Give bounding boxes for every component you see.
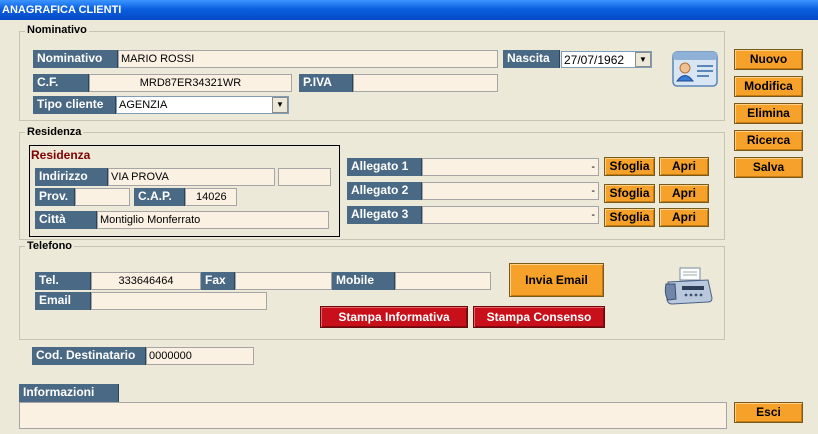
tipo-cliente-dropdown-arrow-icon[interactable]: ▼: [272, 97, 288, 113]
informazioni-label: Informazioni: [19, 384, 119, 402]
stampa-consenso-button[interactable]: Stampa Consenso: [473, 306, 605, 328]
indirizzo-label: Indirizzo: [35, 168, 108, 186]
allegato-3-apri-button[interactable]: Apri: [659, 208, 709, 227]
residenza-subtitle: Residenza: [31, 148, 91, 162]
allegato-2-field[interactable]: -: [422, 182, 599, 200]
tipo-cliente-value: AGENZIA: [119, 99, 168, 111]
tel-label: Tel.: [35, 272, 91, 290]
telefono-legend: Telefono: [25, 240, 75, 252]
allegato-1-apri-button[interactable]: Apri: [659, 157, 709, 176]
modifica-button[interactable]: Modifica: [734, 76, 803, 97]
nascita-label: Nascita: [503, 50, 560, 68]
indirizzo-field[interactable]: VIA PROVA: [108, 168, 275, 186]
allegato-2-sfoglia-button[interactable]: Sfoglia: [604, 184, 655, 203]
allegato-1-field[interactable]: -: [422, 158, 599, 176]
esci-button[interactable]: Esci: [734, 402, 803, 423]
nominativo-legend: Nominativo: [25, 24, 89, 36]
allegato-1-sfoglia-button[interactable]: Sfoglia: [604, 157, 655, 176]
allegato-3-label: Allegato 3: [347, 206, 422, 224]
fax-label: Fax: [201, 272, 235, 290]
tipo-cliente-label: Tipo cliente: [33, 96, 116, 114]
tipo-cliente-select[interactable]: AGENZIA ▼: [116, 96, 289, 114]
stampa-informativa-button[interactable]: Stampa Informativa: [320, 306, 468, 328]
nascita-value: 27/07/1962: [564, 53, 625, 67]
residenza-legend: Residenza: [25, 126, 84, 138]
citta-field[interactable]: Montiglio Monferrato: [97, 211, 329, 229]
allegato-3-dash: -: [591, 209, 595, 221]
nascita-dropdown-arrow-icon[interactable]: ▼: [635, 52, 651, 67]
contact-card-icon: [670, 48, 720, 90]
piva-label: P.IVA: [299, 74, 353, 92]
nascita-datepicker[interactable]: 27/07/1962 ▼: [561, 51, 652, 68]
salva-button[interactable]: Salva: [734, 157, 803, 178]
allegato-1-label: Allegato 1: [347, 158, 422, 176]
ricerca-button[interactable]: Ricerca: [734, 130, 803, 151]
allegato-3-field[interactable]: -: [422, 206, 599, 224]
window-title: ANAGRAFICA CLIENTI: [0, 0, 818, 20]
piva-field[interactable]: [353, 74, 498, 92]
fax-field[interactable]: [235, 272, 332, 290]
allegato-2-label: Allegato 2: [347, 182, 422, 200]
prov-field[interactable]: [75, 188, 130, 206]
email-field[interactable]: [91, 292, 267, 310]
allegato-3-sfoglia-button[interactable]: Sfoglia: [604, 208, 655, 227]
cap-label: C.A.P.: [134, 188, 185, 206]
cf-field[interactable]: MRD87ER34321WR: [89, 74, 292, 92]
invia-email-button[interactable]: Invia Email: [509, 263, 604, 297]
nominativo-label: Nominativo: [33, 50, 118, 68]
prov-label: Prov.: [35, 188, 75, 206]
civico-field[interactable]: [278, 168, 331, 186]
cod-destinatario-field[interactable]: 0000000: [146, 347, 254, 365]
informazioni-field[interactable]: [19, 402, 727, 429]
allegato-2-dash: -: [591, 185, 595, 197]
nuovo-button[interactable]: Nuovo: [734, 49, 803, 70]
tel-field[interactable]: 333646464: [91, 272, 201, 290]
cap-field[interactable]: 14026: [185, 188, 237, 206]
elimina-button[interactable]: Elimina: [734, 103, 803, 124]
mobile-field[interactable]: [395, 272, 491, 290]
mobile-label: Mobile: [332, 272, 395, 290]
allegato-1-dash: -: [591, 161, 595, 173]
cf-label: C.F.: [33, 74, 89, 92]
cod-destinatario-label: Cod. Destinatario: [32, 347, 146, 365]
citta-label: Città: [35, 211, 97, 229]
fax-icon: [664, 266, 714, 306]
nominativo-field[interactable]: MARIO ROSSI: [118, 50, 498, 68]
email-label: Email: [35, 292, 91, 310]
allegato-2-apri-button[interactable]: Apri: [659, 184, 709, 203]
